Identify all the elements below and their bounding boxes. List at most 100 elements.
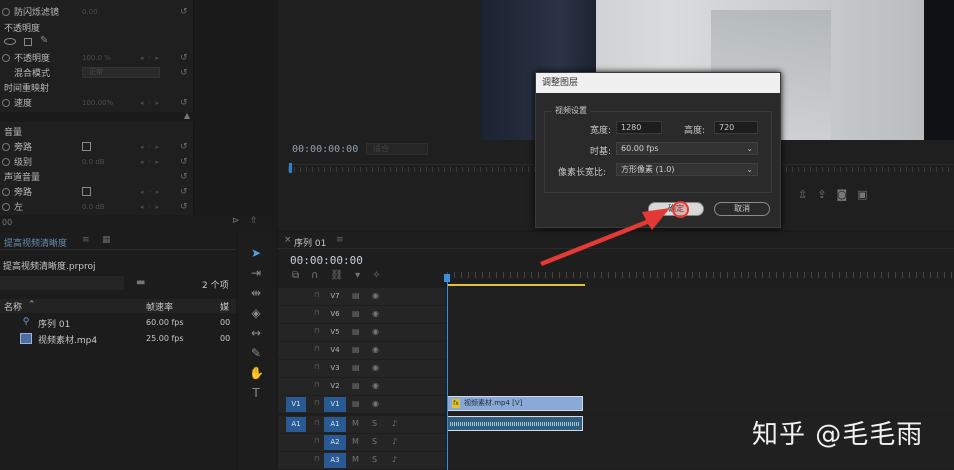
reset-icon[interactable]: ↺ [180,157,188,167]
track-header[interactable]: V1 ⊓ V1 ▤ ◉ [278,396,446,413]
slip-tool-icon[interactable]: ↔ [249,326,263,340]
keyframe-nav-icon[interactable]: ◂◦▸ [140,143,163,151]
keyframe-nav-icon[interactable]: ◂◦▸ [140,54,163,62]
blend-mode-select[interactable]: 正常 [82,67,160,78]
bypass-checkbox[interactable] [82,187,91,196]
track-lane[interactable] [447,360,954,377]
nest-icon[interactable]: ⧉ [292,270,299,281]
track-name[interactable]: V1 [324,397,346,412]
track-lane[interactable] [447,306,954,323]
stopwatch-icon[interactable] [2,202,10,211]
program-timecode[interactable]: 00:00:00:00 [292,144,358,155]
width-input[interactable]: 1280 [616,121,662,134]
track-header[interactable]: ⊓ A3 M S ♪ [278,452,446,469]
reset-icon[interactable]: ↺ [180,187,188,197]
microphone-icon[interactable]: ♪ [392,437,397,446]
track-name[interactable]: V5 [324,325,346,340]
pen-mask-icon[interactable]: ✎ [40,35,48,46]
track-header[interactable]: ⊓ A2 M S ♪ [278,434,446,451]
linked-selection-icon[interactable]: ⛓ [330,270,343,281]
ec-value[interactable]: 100.00% [82,99,113,107]
export-icon[interactable]: ⇧ [250,216,258,226]
microphone-icon[interactable]: ♪ [392,419,397,428]
height-input[interactable]: 720 [714,121,758,134]
source-patch[interactable]: A1 [286,417,306,432]
eye-icon[interactable]: ◉ [372,363,379,372]
track-header[interactable]: ⊓ V6 ▤ ◉ [278,306,446,323]
stopwatch-icon[interactable] [2,98,10,107]
reset-icon[interactable]: ↺ [180,172,188,182]
ec-value[interactable]: 0.00 [82,8,98,16]
dialog-title[interactable]: 调整图层 [536,73,780,93]
lock-icon[interactable]: ⊓ [314,419,319,427]
timeline-playhead-line[interactable] [447,276,448,470]
close-icon[interactable]: ≡ [82,235,90,245]
par-select[interactable]: 方形像素 (1.0) ⌄ [616,163,758,176]
track-name[interactable]: V6 [324,307,346,322]
mute-icon[interactable]: M [352,419,359,428]
track-name[interactable]: A2 [324,435,346,450]
filter-icon[interactable]: ⊳ [232,216,240,226]
track-header[interactable]: ⊓ V5 ▤ ◉ [278,324,446,341]
eye-icon[interactable]: ◉ [372,399,379,408]
panel-menu-icon[interactable]: ≡ [336,235,344,245]
reset-icon[interactable]: ↺ [180,68,188,78]
eye-icon[interactable]: ◉ [372,345,379,354]
program-playhead[interactable] [289,163,292,173]
stopwatch-icon[interactable] [2,53,10,62]
microphone-icon[interactable]: ♪ [392,455,397,464]
ec-section-channel-volume[interactable]: 声道音量 ↺ [0,169,194,184]
mute-icon[interactable]: M [352,437,359,446]
close-icon[interactable]: × [284,235,292,245]
lock-icon[interactable]: ⊓ [314,291,319,299]
timeline-ruler[interactable] [447,272,954,284]
lock-icon[interactable]: ⊓ [314,381,319,389]
keyframe-nav-icon[interactable]: ◂◦▸ [140,99,163,107]
rect-mask-icon[interactable] [24,38,32,46]
sync-lock-icon[interactable]: ▤ [352,345,360,354]
type-tool-icon[interactable]: T [249,386,263,400]
lock-icon[interactable]: ⊓ [314,345,319,353]
eye-icon[interactable]: ◉ [372,309,379,318]
solo-icon[interactable]: S [372,419,377,428]
pen-tool-icon[interactable]: ✎ [249,346,263,360]
track-lane[interactable] [447,378,954,395]
solo-icon[interactable]: S [372,437,377,446]
reset-icon[interactable]: ↺ [180,53,188,63]
tab-project[interactable]: 提高视频清晰度 [4,236,67,249]
ec-value[interactable]: 0.0 dB [82,158,105,166]
keyframe-nav-icon[interactable]: ◂◦▸ [140,203,163,211]
solo-icon[interactable]: S [372,455,377,464]
eye-icon[interactable]: ◉ [372,291,379,300]
track-lane[interactable] [447,452,954,469]
panel-menu-icon[interactable]: ▦ [102,235,111,245]
lock-icon[interactable]: ⊓ [314,399,319,407]
project-item-clip[interactable]: 视频素材.mp4 25.00 fps 00 [0,331,236,347]
track-lane[interactable] [447,288,954,305]
audio-clip[interactable] [447,416,583,431]
video-clip[interactable]: fx 视频素材.mp4 [V] [447,396,583,411]
track-lane[interactable] [447,324,954,341]
razor-tool-icon[interactable]: ◈ [249,306,263,320]
settings-wrench-icon[interactable]: ✧ [372,270,380,281]
ec-section-volume[interactable]: 音量 [0,124,194,139]
ripple-edit-tool-icon[interactable]: ⇹ [249,286,263,300]
camera-icon[interactable]: ◙ [836,188,847,201]
sort-ascending-icon[interactable]: ⌃ [28,300,36,310]
lock-icon[interactable]: ⊓ [314,327,319,335]
lock-icon[interactable]: ⊓ [314,309,319,317]
eye-icon[interactable]: ◉ [372,327,379,336]
reset-icon[interactable]: ↺ [180,98,188,108]
ec-section-time-remap[interactable]: 时间重映射 [0,80,194,95]
ellipse-mask-icon[interactable] [4,38,16,45]
bypass-checkbox[interactable] [82,142,91,151]
project-item-sequence[interactable]: ⚲ 序列 01 60.00 fps 00 [0,315,236,331]
lift-icon[interactable]: ⇫ [798,188,807,201]
lock-icon[interactable]: ⊓ [314,437,319,445]
track-lane[interactable] [447,342,954,359]
keyframe-nav-icon[interactable]: ◂◦▸ [140,188,163,196]
tab-sequence[interactable]: 序列 01 [294,236,326,249]
column-media[interactable]: 媒 [220,300,229,313]
column-fps[interactable]: 帧速率 [146,300,173,313]
ec-section-opacity[interactable]: 不透明度 [0,20,194,35]
